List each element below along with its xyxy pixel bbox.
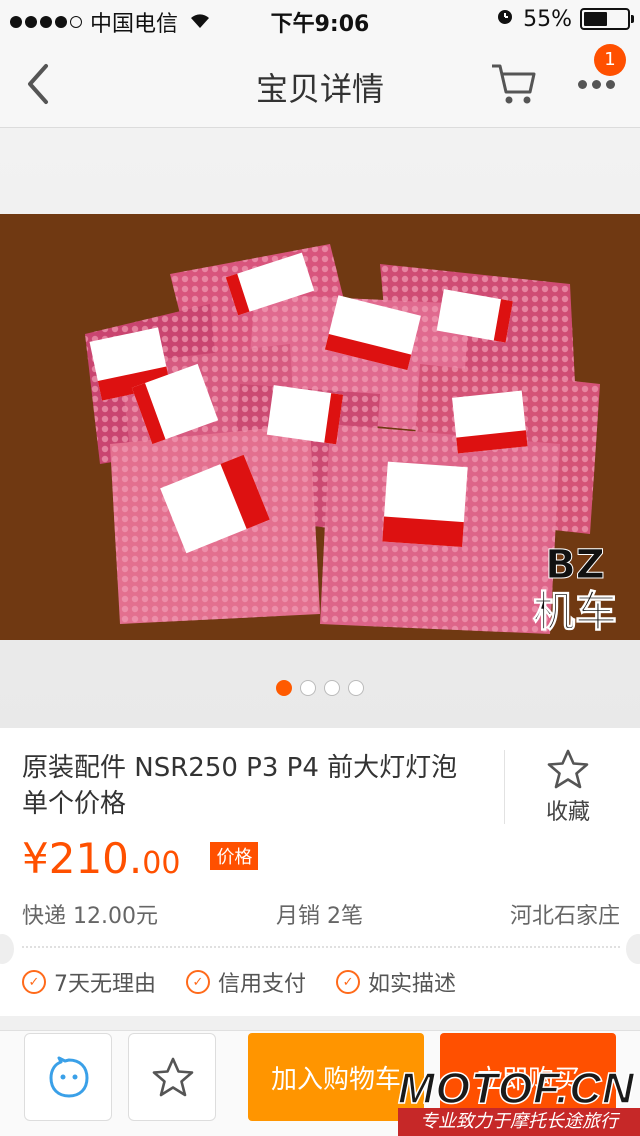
nav-bar: 宝贝详情	[0, 40, 640, 128]
dotted-divider	[22, 946, 620, 948]
price-row: ¥210. 00 价格	[22, 834, 259, 883]
chat-mascot-icon	[49, 1056, 89, 1098]
product-info: 原装配件 NSR250 P3 P4 前大灯灯泡 单个价格 收藏 ¥210. 00…	[0, 728, 640, 1016]
cart-icon	[492, 64, 536, 104]
section-gap	[0, 1016, 640, 1030]
favorite-label: 收藏	[545, 800, 590, 825]
store-favorite-button[interactable]	[128, 1033, 216, 1121]
battery-icon	[580, 8, 634, 30]
divider-nub-left	[0, 934, 14, 964]
alarm-icon	[495, 6, 515, 32]
guarantee-label: 7天无理由	[54, 972, 156, 997]
battery-level	[584, 12, 608, 26]
star-icon	[547, 749, 589, 789]
photo-watermark-bz: BZ	[545, 542, 605, 588]
status-right: 55%	[495, 6, 634, 32]
notification-badge: 1	[594, 44, 626, 76]
customer-service-button[interactable]	[24, 1033, 112, 1121]
gallery-pager	[0, 680, 640, 696]
product-photo[interactable]: BZ 机车	[0, 214, 640, 640]
guarantee-item: ✓ 如实描述	[336, 966, 456, 998]
ship-from-location: 河北石家庄	[509, 904, 620, 929]
pager-dot[interactable]	[324, 680, 340, 696]
more-dots-icon	[577, 79, 587, 89]
pager-dot[interactable]	[348, 680, 364, 696]
star-icon	[152, 1057, 194, 1097]
meta-row: 快递 12.00元 月销 2笔 河北石家庄	[22, 898, 620, 930]
watermark-tagline: 专业致力于摩托长途旅行	[398, 1108, 640, 1136]
guarantee-row[interactable]: ✓ 7天无理由 ✓ 信用支付 ✓ 如实描述	[22, 966, 456, 998]
guarantee-item: ✓ 信用支付	[186, 966, 306, 998]
check-circle-icon: ✓	[336, 970, 361, 994]
status-bar: 中国电信 下午9:06 55%	[0, 0, 640, 40]
favorite-button[interactable]: 收藏	[520, 748, 616, 828]
price-tag: 价格	[210, 842, 259, 870]
price-decimal: 00	[142, 846, 181, 881]
page-title: 宝贝详情	[255, 70, 384, 108]
pager-dot[interactable]	[300, 680, 316, 696]
guarantee-label: 如实描述	[368, 972, 457, 997]
watermark-logo: MOTOF.CN	[397, 1063, 635, 1114]
product-gallery[interactable]: BZ 机车	[0, 128, 640, 728]
price-main: ¥210.	[22, 834, 143, 883]
divider	[504, 750, 505, 824]
check-circle-icon: ✓	[186, 970, 210, 994]
battery-percent: 55%	[523, 6, 572, 32]
divider-nub-right	[626, 934, 640, 964]
guarantee-item: ✓ 7天无理由	[22, 966, 156, 998]
cart-button[interactable]	[488, 58, 540, 110]
pager-dot[interactable]	[276, 680, 292, 696]
product-title: 原装配件 NSR250 P3 P4 前大灯灯泡 单个价格	[22, 753, 458, 819]
check-circle-icon: ✓	[22, 970, 46, 994]
photo-watermark-jiche: 机车	[533, 587, 617, 636]
monthly-sales: 月销 2笔	[276, 904, 363, 929]
guarantee-label: 信用支付	[218, 972, 307, 997]
shipping-fee: 快递 12.00元	[22, 904, 158, 929]
